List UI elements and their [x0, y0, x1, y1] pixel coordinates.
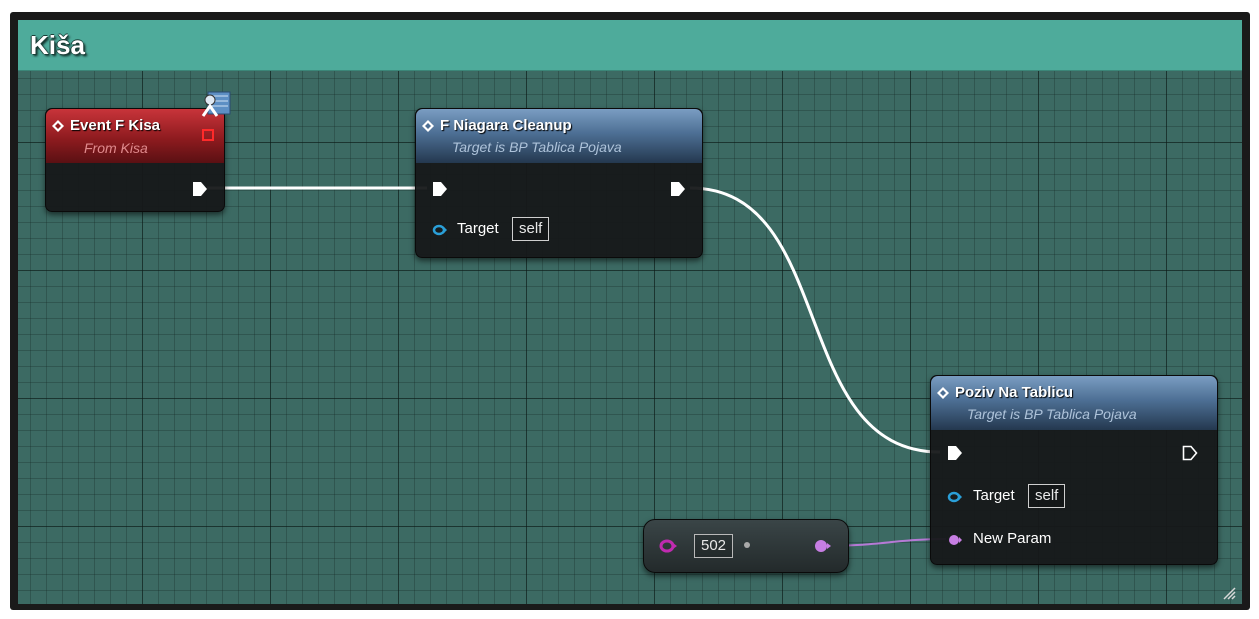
resize-grip-icon[interactable]	[1222, 586, 1236, 600]
literal-dot-icon	[744, 542, 750, 548]
poziv-exec-out-pin[interactable]	[1182, 445, 1198, 461]
poziv-target-pin[interactable]	[947, 491, 963, 503]
niagara-cleanup-exec-in-pin[interactable]	[432, 181, 448, 197]
function-diamond-icon	[937, 387, 949, 399]
poziv-target-self[interactable]: self	[1028, 484, 1066, 508]
poziv-na-tablicu-subtitle: Target is BP Tablica Pojava	[967, 406, 1137, 422]
event-graph-canvas[interactable]: Kiša Event F Kisa From Kisa F Niagara Cl…	[18, 20, 1242, 604]
event-exec-out-pin[interactable]	[192, 181, 208, 197]
poziv-exec-in-pin[interactable]	[947, 445, 963, 461]
poziv-new-param-label: New Param	[973, 530, 1052, 547]
blueprint-graph-frame: Kiša Event F Kisa From Kisa F Niagara Cl…	[10, 12, 1250, 610]
poziv-target-label: Target	[973, 487, 1015, 504]
literal-output-pin[interactable]	[812, 538, 834, 554]
niagara-cleanup-target-self[interactable]: self	[512, 217, 550, 241]
event-node-subtitle: From Kisa	[84, 140, 148, 156]
exec-wire-cleanup-to-poziv[interactable]	[689, 186, 941, 454]
event-node-title: Event F Kisa	[70, 117, 161, 134]
niagara-cleanup-subtitle: Target is BP Tablica Pojava	[452, 139, 622, 155]
niagara-cleanup-node[interactable]: F Niagara Cleanup Target is BP Tablica P…	[415, 108, 703, 258]
literal-input-pin[interactable]	[658, 538, 680, 554]
literal-value-box[interactable]: 502	[694, 534, 734, 558]
integer-literal-node[interactable]: 502	[643, 519, 849, 573]
event-node[interactable]: Event F Kisa From Kisa	[45, 108, 225, 212]
poziv-new-param-pin[interactable]	[947, 534, 963, 546]
niagara-cleanup-title: F Niagara Cleanup	[440, 117, 572, 134]
event-red-square-icon	[202, 129, 214, 141]
replicated-network-icon	[201, 91, 231, 117]
niagara-cleanup-target-pin[interactable]	[432, 224, 448, 236]
poziv-na-tablicu-node[interactable]: Poziv Na Tablicu Target is BP Tablica Po…	[930, 375, 1218, 565]
function-diamond-icon	[52, 120, 64, 132]
poziv-na-tablicu-title: Poziv Na Tablicu	[955, 384, 1074, 401]
niagara-cleanup-target-label: Target	[457, 220, 499, 237]
niagara-cleanup-exec-out-pin[interactable]	[670, 181, 686, 197]
function-diamond-icon	[422, 120, 434, 132]
